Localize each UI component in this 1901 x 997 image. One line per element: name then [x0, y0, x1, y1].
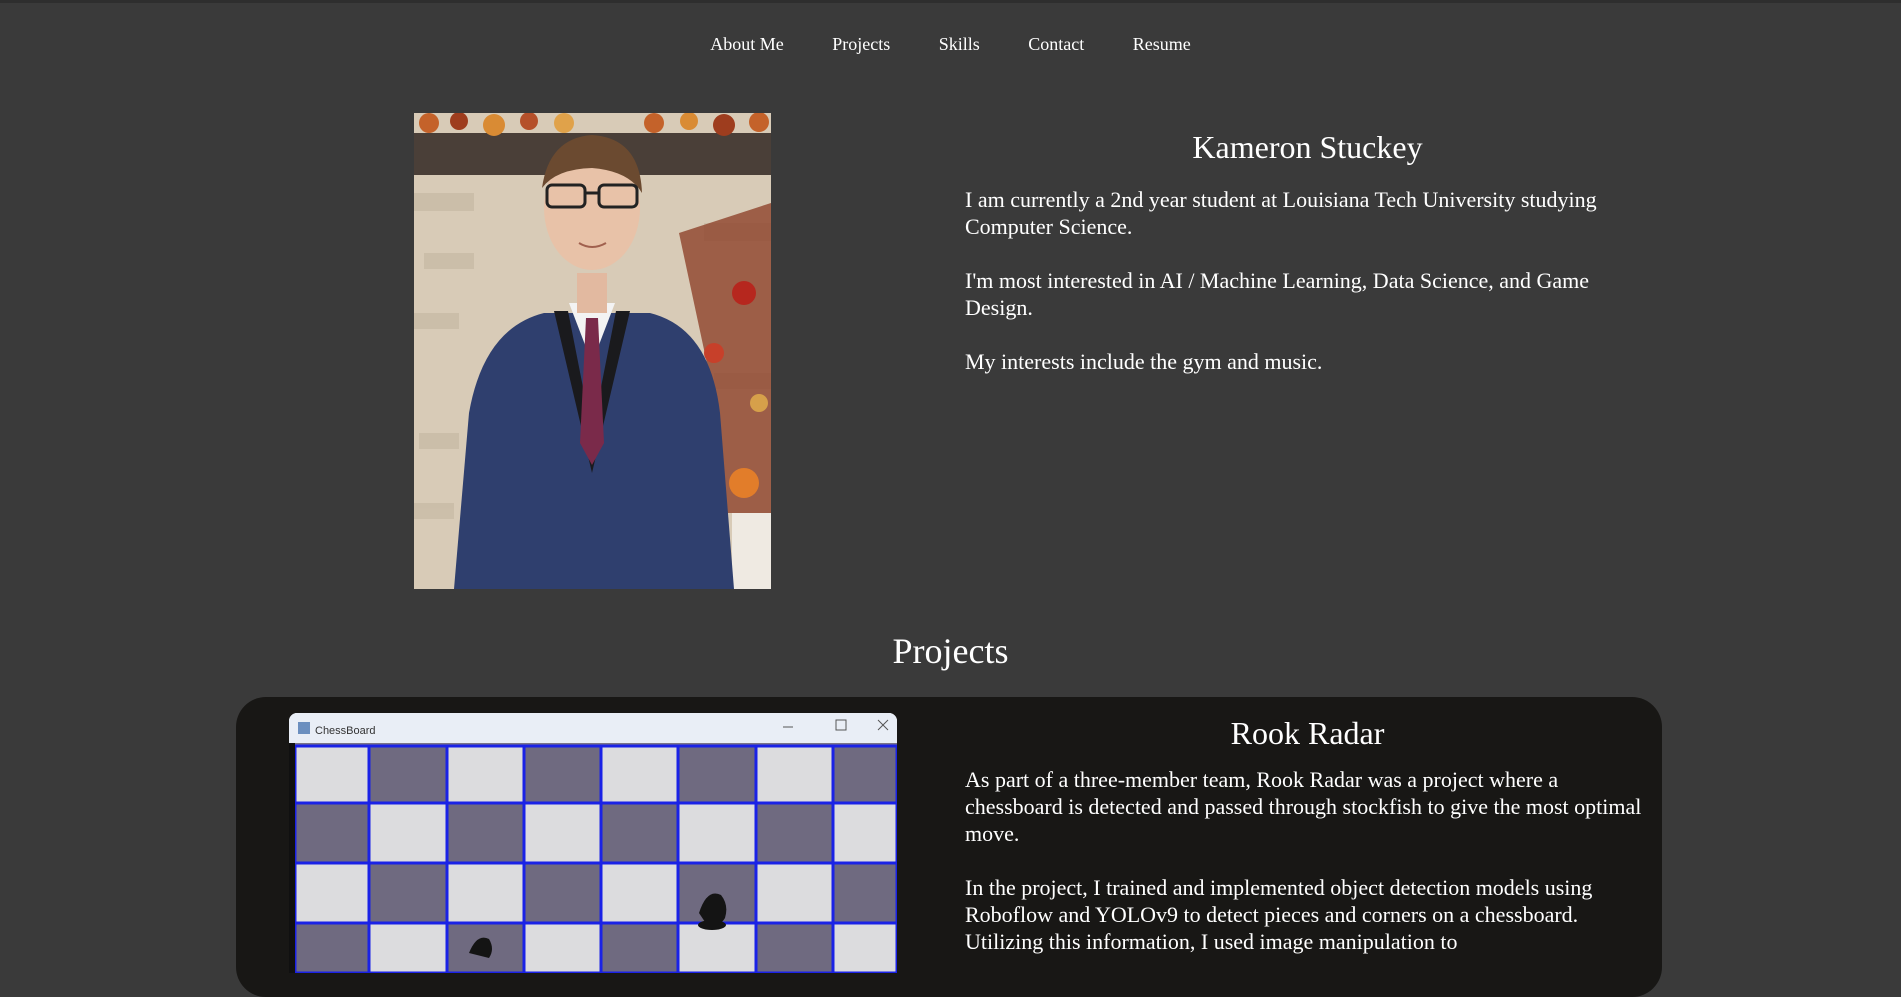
chess-square [678, 746, 756, 803]
chess-square [756, 923, 833, 973]
profile-name: Kameron Stuckey [1192, 129, 1423, 165]
chess-square [756, 803, 833, 863]
chess-square [601, 746, 678, 803]
window-title: ChessBoard [315, 725, 376, 737]
chess-square [833, 746, 897, 803]
chess-square [369, 803, 447, 863]
about-paragraph: My interests include the gym and music. [965, 349, 1323, 374]
main-nav: About Me Projects Skills Contact Resume [0, 34, 1901, 55]
chess-square [295, 863, 369, 923]
chess-square [833, 803, 897, 863]
chess-square [369, 746, 447, 803]
nav-link-about-me[interactable]: About Me [710, 34, 784, 54]
chess-square [601, 803, 678, 863]
chess-square [369, 923, 447, 973]
chess-square [756, 863, 833, 923]
chess-square [601, 923, 678, 973]
nav-link-resume[interactable]: Resume [1133, 34, 1191, 54]
project-title: Rook Radar [1230, 715, 1385, 751]
chess-square [756, 746, 833, 803]
about-section: Kameron Stuckey I am currently a 2nd yea… [965, 128, 1650, 402]
project-paragraph: As part of a three-member team, Rook Rad… [965, 767, 1642, 846]
nav-link-skills[interactable]: Skills [939, 34, 980, 54]
chess-square [524, 863, 601, 923]
project-paragraph: In the project, I trained and implemente… [965, 875, 1593, 954]
nav-link-contact[interactable]: Contact [1028, 34, 1084, 54]
profile-photo [414, 113, 771, 589]
chess-square [601, 863, 678, 923]
chess-square [295, 923, 369, 973]
chess-square [369, 863, 447, 923]
chess-square [447, 746, 524, 803]
top-divider [0, 0, 1901, 3]
chess-square [295, 746, 369, 803]
chess-square [524, 746, 601, 803]
chess-square [833, 923, 897, 973]
chess-square [295, 803, 369, 863]
chess-square [833, 863, 897, 923]
chess-square [524, 803, 601, 863]
chess-square [447, 863, 524, 923]
chess-square [524, 923, 601, 973]
nav-link-projects[interactable]: Projects [832, 34, 890, 54]
project-card: ChessBoard Rook Radar As part of a three… [236, 697, 1662, 997]
chess-square [678, 923, 756, 973]
projects-heading: Projects [892, 631, 1009, 671]
about-paragraph: I'm most interested in AI / Machine Lear… [965, 268, 1590, 320]
chess-square [678, 803, 756, 863]
project-description: Rook Radar As part of a three-member tea… [965, 714, 1650, 982]
about-paragraph: I am currently a 2nd year student at Lou… [965, 187, 1597, 239]
project-screenshot: ChessBoard [289, 713, 897, 973]
chess-square [447, 803, 524, 863]
